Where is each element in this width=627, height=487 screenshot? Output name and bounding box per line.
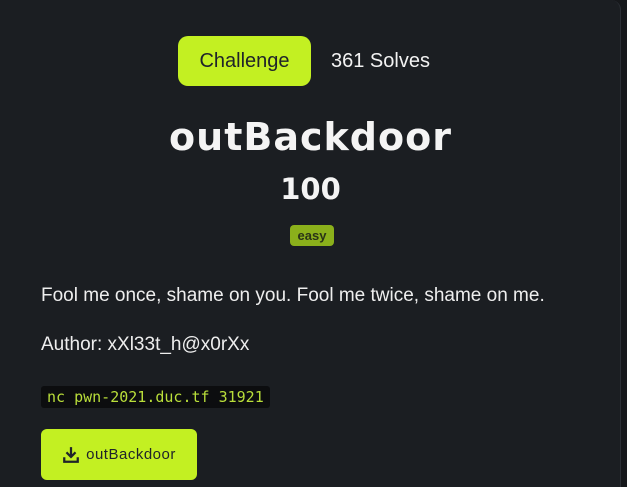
challenge-author: Author: xXl33t_h@x0rXx: [41, 334, 250, 355]
challenge-tabs: Challenge 361 Solves: [0, 36, 621, 86]
challenge-title: outBackdoor: [169, 115, 452, 159]
download-file-label: outBackdoor: [86, 446, 176, 463]
challenge-description: Fool me once, shame on you. Fool me twic…: [41, 285, 545, 306]
connection-command: nc pwn-2021.duc.tf 31921: [41, 386, 270, 408]
difficulty-tag: easy: [290, 225, 334, 246]
download-icon: [63, 446, 79, 463]
challenge-points: 100: [280, 172, 341, 206]
challenge-modal: Challenge 361 Solves outBackdoor 100 eas…: [0, 0, 621, 487]
tab-challenge[interactable]: Challenge: [178, 36, 311, 86]
tab-solves[interactable]: 361 Solves: [331, 36, 430, 86]
download-file-button[interactable]: outBackdoor: [41, 429, 197, 480]
